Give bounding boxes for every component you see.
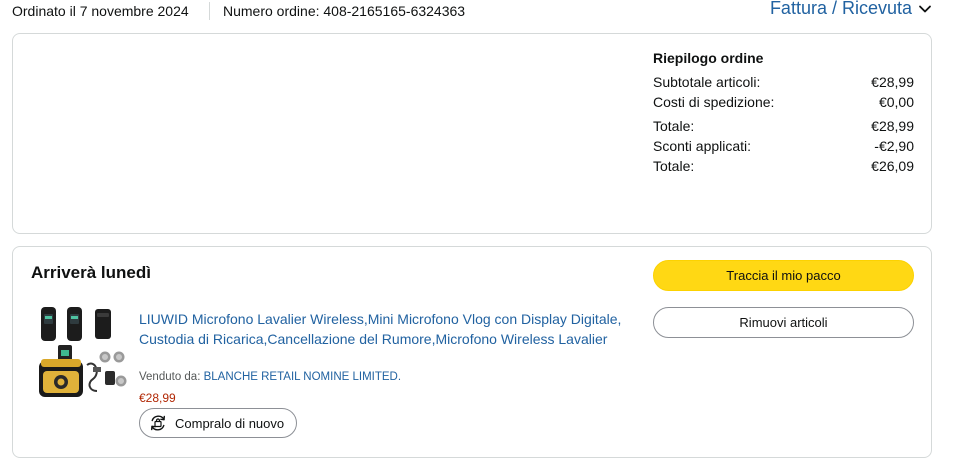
chevron-down-icon: [919, 5, 931, 12]
summary-row-discount: Sconti applicati: -€2,90: [653, 136, 914, 156]
sold-by-label: Venduto da:: [139, 371, 201, 383]
summary-value: €28,99: [871, 118, 914, 134]
invoice-link-label: Fattura / Ricevuta: [769, 0, 912, 18]
summary-value: €26,09: [871, 158, 914, 174]
summary-row-total: Totale: €28,99: [653, 116, 914, 136]
seller-link[interactable]: BLANCHE RETAIL NOMINE LIMITED.: [204, 371, 401, 383]
buy-again-button[interactable]: Compralo di nuovo: [139, 408, 298, 438]
order-header: Ordinato il 7 novembre 2024 Numero ordin…: [0, 0, 959, 24]
summary-row-subtotal: Subtotale articoli: €28,99: [653, 72, 914, 92]
summary-row-shipping: Costi di spedizione: €0,00: [653, 92, 914, 112]
track-package-button[interactable]: Traccia il mio pacco: [653, 260, 914, 291]
rebuy-icon: [151, 415, 165, 431]
summary-label: Subtotale articoli:: [653, 74, 761, 90]
remove-items-label: Rimuovi articoli: [739, 315, 828, 330]
invoice-dropdown-link[interactable]: Fattura / Ricevuta: [770, 0, 932, 19]
order-summary-title: Riepilogo ordine: [653, 50, 764, 66]
remove-items-button[interactable]: Rimuovi articoli: [653, 307, 914, 338]
summary-label: Totale:: [653, 118, 695, 134]
summary-value: €0,00: [878, 94, 914, 110]
product-title-link[interactable]: LIUWID Microfono Lavalier Wireless,Mini …: [139, 309, 629, 349]
summary-label: Costi di spedizione:: [653, 94, 775, 110]
summary-value: -€2,90: [874, 138, 914, 154]
order-number: Numero ordine: 408-2165165-6324363: [223, 3, 466, 19]
product-image[interactable]: [37, 305, 129, 399]
summary-value: €28,99: [871, 74, 914, 90]
track-package-label: Traccia il mio pacco: [726, 268, 841, 283]
order-summary-card: Riepilogo ordine Subtotale articoli: €28…: [12, 33, 932, 234]
order-date: Ordinato il 7 novembre 2024: [12, 3, 189, 19]
seller-info: Venduto da: BLANCHE RETAIL NOMINE LIMITE…: [139, 371, 401, 383]
summary-label: Totale:: [653, 158, 695, 174]
order-summary: Riepilogo ordine Subtotale articoli: €28…: [653, 50, 914, 176]
buy-again-label: Compralo di nuovo: [175, 415, 285, 431]
delivery-status: Arriverà lunedì: [31, 263, 151, 282]
header-divider: [209, 2, 210, 20]
summary-label: Sconti applicati:: [653, 138, 752, 154]
summary-row-grand-total: Totale: €26,09: [653, 156, 914, 176]
shipment-card: Arriverà lunedì LIUWID Microfono Lavalie: [12, 246, 932, 458]
product-price: €28,99: [139, 391, 176, 405]
